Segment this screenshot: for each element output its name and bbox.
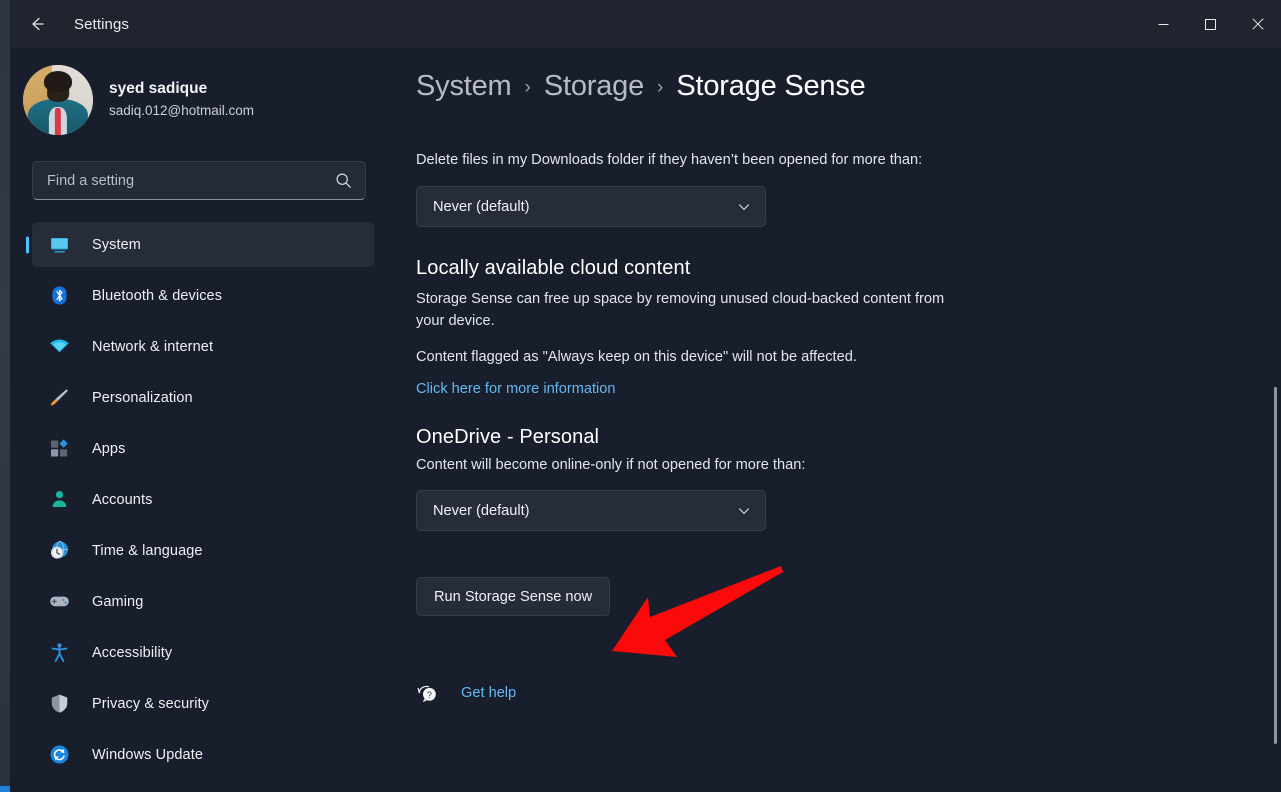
- account-text: syed sadique sadiq.012@hotmail.com: [109, 79, 254, 121]
- back-arrow-icon: [27, 14, 47, 34]
- gamepad-icon: [48, 591, 70, 613]
- search-icon[interactable]: [335, 172, 352, 189]
- onedrive-heading: OneDrive - Personal: [416, 426, 600, 448]
- cloud-content-paragraph-2: Content flagged as "Always keep on this …: [416, 349, 857, 365]
- sidebar-item-label: Windows Update: [92, 746, 204, 763]
- monitor-icon: [48, 234, 70, 256]
- chevron-down-icon: [737, 200, 751, 214]
- apps-grid-icon: [48, 438, 70, 460]
- content-pane: System › Storage › Storage Sense Delete …: [396, 48, 1281, 792]
- account-email: sadiq.012@hotmail.com: [109, 103, 255, 118]
- clock-globe-icon: [48, 540, 70, 562]
- run-storage-sense-button[interactable]: Run Storage Sense now: [416, 577, 611, 616]
- chevron-down-icon: [737, 504, 751, 518]
- downloads-retention-dropdown[interactable]: Never (default): [416, 186, 766, 227]
- help-question-bubble-icon: ?: [416, 682, 440, 704]
- account-card[interactable]: syed sadique sadiq.012@hotmail.com: [23, 65, 396, 135]
- breadcrumb-item-storage[interactable]: Storage: [544, 70, 644, 103]
- sidebar-item-personalization[interactable]: Personalization: [32, 375, 374, 420]
- window-title: Settings: [74, 15, 129, 33]
- paintbrush-icon: [48, 387, 70, 409]
- person-icon: [48, 489, 70, 511]
- wifi-icon: [48, 336, 70, 358]
- downloads-retention-value: Never (default): [433, 198, 530, 215]
- cloud-content-heading: Locally available cloud content: [416, 257, 691, 279]
- sidebar-item-label: Privacy & security: [92, 695, 210, 712]
- sidebar-item-label: Personalization: [92, 389, 193, 406]
- breadcrumb-separator: ›: [657, 76, 664, 98]
- settings-window-root: Settings syed sadique sadiq.012@hotmail.…: [0, 0, 1281, 792]
- sidebar-item-time-language[interactable]: Time & language: [32, 528, 374, 573]
- breadcrumb: System › Storage › Storage Sense: [416, 70, 1281, 103]
- sidebar-item-label: Accounts: [92, 491, 153, 508]
- onedrive-retention-dropdown[interactable]: Never (default): [416, 490, 766, 531]
- sidebar-item-accounts[interactable]: Accounts: [32, 477, 374, 522]
- sidebar-item-bluetooth-devices[interactable]: Bluetooth & devices: [32, 273, 374, 318]
- get-help-row[interactable]: ? Get help: [416, 682, 1281, 704]
- downloads-description: Delete files in my Downloads folder if t…: [416, 152, 923, 168]
- window-controls: [1140, 0, 1281, 48]
- run-section: Run Storage Sense now: [416, 577, 1281, 616]
- onedrive-retention-value: Never (default): [433, 502, 530, 519]
- downloads-section: Delete files in my Downloads folder if t…: [416, 149, 1281, 227]
- sidebar-item-accessibility[interactable]: Accessibility: [32, 630, 374, 675]
- shield-icon: [48, 693, 70, 715]
- search-input[interactable]: [47, 172, 335, 189]
- sidebar-item-network-internet[interactable]: Network & internet: [32, 324, 374, 369]
- content-scrollbar-track[interactable]: [1265, 48, 1277, 792]
- cloud-content-section: Locally available cloud content Storage …: [416, 257, 1281, 400]
- search-box[interactable]: [32, 161, 366, 200]
- onedrive-section: OneDrive - Personal Content will become …: [416, 426, 1281, 531]
- sidebar-item-windows-update[interactable]: Windows Update: [32, 732, 374, 777]
- more-information-link[interactable]: Click here for more information: [416, 378, 616, 400]
- get-help-link[interactable]: Get help: [461, 685, 516, 701]
- close-button[interactable]: [1234, 0, 1281, 48]
- settings-window: Settings syed sadique sadiq.012@hotmail.…: [10, 0, 1281, 792]
- sidebar: syed sadique sadiq.012@hotmail.com Find …: [10, 48, 396, 792]
- sidebar-item-label: Apps: [92, 440, 126, 457]
- content-scrollbar-thumb[interactable]: [1274, 387, 1277, 744]
- cloud-content-paragraph-1: Storage Sense can free up space by remov…: [416, 291, 945, 329]
- breadcrumb-separator: ›: [524, 76, 531, 98]
- avatar: [23, 65, 93, 135]
- onedrive-description: Content will become online-only if not o…: [416, 457, 806, 473]
- sidebar-item-gaming[interactable]: Gaming: [32, 579, 374, 624]
- bluetooth-icon: [48, 285, 70, 307]
- sidebar-item-apps[interactable]: Apps: [32, 426, 374, 471]
- sidebar-item-label: Accessibility: [92, 644, 173, 661]
- accessibility-icon: [48, 642, 70, 664]
- sidebar-item-privacy-security[interactable]: Privacy & security: [32, 681, 374, 726]
- sidebar-item-label: Bluetooth & devices: [92, 287, 223, 304]
- breadcrumb-item-storage-sense: Storage Sense: [676, 70, 866, 102]
- account-name: syed sadique: [109, 80, 208, 97]
- breadcrumb-item-system[interactable]: System: [416, 70, 512, 103]
- sidebar-item-label: Time & language: [92, 542, 203, 559]
- sidebar-item-system[interactable]: System: [32, 222, 374, 267]
- desktop-edge-sliver: [0, 0, 10, 792]
- back-button[interactable]: [18, 8, 56, 40]
- svg-text:?: ?: [427, 690, 432, 700]
- sidebar-item-label: Network & internet: [92, 338, 214, 355]
- maximize-button[interactable]: [1187, 0, 1234, 48]
- sidebar-item-label: Gaming: [92, 593, 144, 610]
- sidebar-item-label: System: [92, 236, 141, 253]
- sidebar-nav: System Bluetooth & devices Network & int…: [10, 222, 396, 777]
- minimize-button[interactable]: [1140, 0, 1187, 48]
- update-refresh-icon: [48, 744, 70, 766]
- title-bar: Settings: [10, 0, 1281, 48]
